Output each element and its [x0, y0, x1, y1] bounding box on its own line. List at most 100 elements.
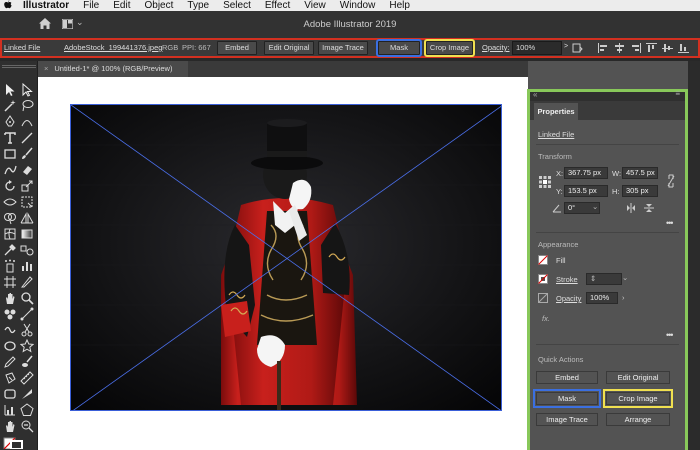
flip-horizontal-icon[interactable]	[626, 203, 636, 213]
align-center-icon[interactable]	[614, 43, 625, 53]
stroke-dropdown-icon[interactable]: ⌄	[622, 273, 628, 282]
blend-tool-icon[interactable]	[20, 243, 34, 257]
height-field[interactable]: 305 px	[622, 185, 658, 197]
menu-window[interactable]: Window	[333, 0, 383, 11]
align-middle-icon[interactable]	[662, 43, 673, 53]
x-position-field[interactable]: 367.75 px	[564, 167, 608, 179]
align-left-icon[interactable]	[598, 43, 609, 53]
close-tab-icon[interactable]: ×	[44, 64, 48, 73]
document-tab[interactable]: × Untitled-1* @ 100% (RGB/Preview)	[38, 61, 188, 77]
menu-view[interactable]: View	[297, 0, 333, 11]
shaper-tool-icon[interactable]	[3, 163, 17, 177]
stroke-stepper-icon[interactable]: ⇕	[590, 274, 596, 283]
star-tool-icon[interactable]	[20, 339, 34, 353]
tools-grip[interactable]	[2, 65, 36, 68]
stroke-label[interactable]: Stroke	[556, 275, 578, 284]
stroke-swatch-icon[interactable]	[538, 274, 548, 284]
crop-image-button[interactable]: Crop Image	[603, 389, 673, 408]
edit-original-button[interactable]: Edit Original	[264, 41, 314, 55]
crop-image-button[interactable]: Crop Image	[424, 39, 475, 57]
opacity-label[interactable]: Opacity	[556, 294, 581, 303]
line-segment-tool-icon[interactable]	[20, 131, 34, 145]
artboard-tool-icon[interactable]	[3, 275, 17, 289]
appearance-more-options-icon[interactable]: •••	[666, 330, 674, 340]
menu-edit[interactable]: Edit	[106, 0, 137, 11]
align-bottom-icon[interactable]	[678, 43, 689, 53]
align-top-icon[interactable]	[646, 43, 657, 53]
opacity-label[interactable]: Opacity:	[482, 43, 510, 52]
menu-object[interactable]: Object	[137, 0, 180, 11]
edit-original-button[interactable]: Edit Original	[606, 371, 670, 384]
chart-tool-icon[interactable]	[3, 403, 17, 417]
embed-button[interactable]: Embed	[536, 371, 598, 384]
free-transform-tool-icon[interactable]	[20, 195, 34, 209]
pencil-tool-icon[interactable]	[3, 355, 17, 369]
opacity-arrow-icon[interactable]: ›	[622, 293, 625, 302]
transform-more-options-icon[interactable]: •••	[666, 218, 674, 228]
placed-image[interactable]	[70, 104, 502, 411]
linked-file-link[interactable]: Linked File	[538, 130, 574, 139]
hand-grab-tool-icon[interactable]	[3, 419, 17, 433]
eyedropper-tool-icon[interactable]	[3, 243, 17, 257]
type-tool-icon[interactable]	[3, 131, 17, 145]
shape-builder-tool-icon[interactable]	[3, 211, 17, 225]
curvature-tool-icon[interactable]	[20, 115, 34, 129]
constrain-proportions-icon[interactable]	[666, 174, 676, 188]
menu-effect[interactable]: Effect	[258, 0, 297, 11]
warp-tool-icon[interactable]	[3, 323, 17, 337]
fx-button[interactable]: fx.	[542, 314, 550, 323]
rounded-rectangle-tool-icon[interactable]	[3, 387, 17, 401]
mask-button[interactable]: Mask	[376, 39, 422, 57]
document-setup-icon[interactable]	[572, 43, 583, 53]
artboard-canvas[interactable]	[38, 77, 528, 450]
y-position-field[interactable]: 153.5 px	[564, 185, 608, 197]
align-right-icon[interactable]	[630, 43, 641, 53]
linked-file-link[interactable]: Linked File	[4, 43, 40, 52]
menu-select[interactable]: Select	[216, 0, 258, 11]
mask-button[interactable]: Mask	[533, 389, 601, 408]
rotate-tool-icon[interactable]	[3, 179, 17, 193]
opacity-field[interactable]: 100%	[512, 41, 562, 55]
apple-icon[interactable]	[0, 0, 16, 11]
arrange-button[interactable]: Arrange	[606, 413, 670, 426]
slice-tool-icon[interactable]	[20, 275, 34, 289]
rotate-dropdown-icon[interactable]: ⌄	[592, 202, 598, 211]
hand-tool-icon[interactable]	[3, 291, 17, 305]
magic-wand-tool-icon[interactable]	[3, 99, 17, 113]
image-trace-button[interactable]: Image Trace	[536, 413, 598, 426]
menu-type[interactable]: Type	[180, 0, 216, 11]
opacity-field[interactable]: 100%	[586, 292, 618, 304]
embed-button[interactable]: Embed	[217, 41, 257, 55]
symbol-sprayer-tool-icon[interactable]	[3, 259, 17, 273]
puppet-warp-tool-icon[interactable]	[20, 307, 34, 321]
scale-tool-icon[interactable]	[20, 179, 34, 193]
lasso-tool-icon[interactable]	[20, 99, 34, 113]
symbol-tool-icon[interactable]	[3, 307, 17, 321]
paintbrush-tool-icon[interactable]	[20, 147, 34, 161]
menu-file[interactable]: File	[76, 0, 106, 11]
live-paint-tool-icon[interactable]	[3, 371, 17, 385]
file-name-link[interactable]: AdobeStock_199441376.jpeg	[64, 43, 162, 52]
pen-tool-icon[interactable]	[3, 115, 17, 129]
column-graph-tool-icon[interactable]	[20, 259, 34, 273]
width-field[interactable]: 457.5 px	[622, 167, 658, 179]
zoom-tool-icon[interactable]	[20, 291, 34, 305]
polygon-tool-icon[interactable]	[20, 403, 34, 417]
gradient-tool-icon[interactable]	[20, 227, 34, 241]
ellipse-tool-icon[interactable]	[3, 339, 17, 353]
zoom-out-tool-icon[interactable]	[20, 419, 34, 433]
eraser-tool-icon[interactable]	[20, 163, 34, 177]
width-tool-icon[interactable]	[3, 195, 17, 209]
direct-selection-tool-icon[interactable]	[20, 83, 34, 97]
perspective-grid-tool-icon[interactable]	[20, 211, 34, 225]
opacity-arrow[interactable]: >	[564, 43, 568, 50]
blob-brush-tool-icon[interactable]	[20, 355, 34, 369]
tab-properties[interactable]: Properties	[534, 103, 578, 120]
flip-vertical-icon[interactable]	[644, 203, 654, 213]
menu-help[interactable]: Help	[382, 0, 417, 11]
selection-tool-icon[interactable]	[3, 83, 17, 97]
knife-tool-icon[interactable]	[20, 387, 34, 401]
fill-stroke-swatch-icon[interactable]	[3, 437, 23, 449]
collapse-panel-icon[interactable]: «	[533, 90, 537, 99]
fill-swatch-icon[interactable]	[538, 255, 548, 265]
